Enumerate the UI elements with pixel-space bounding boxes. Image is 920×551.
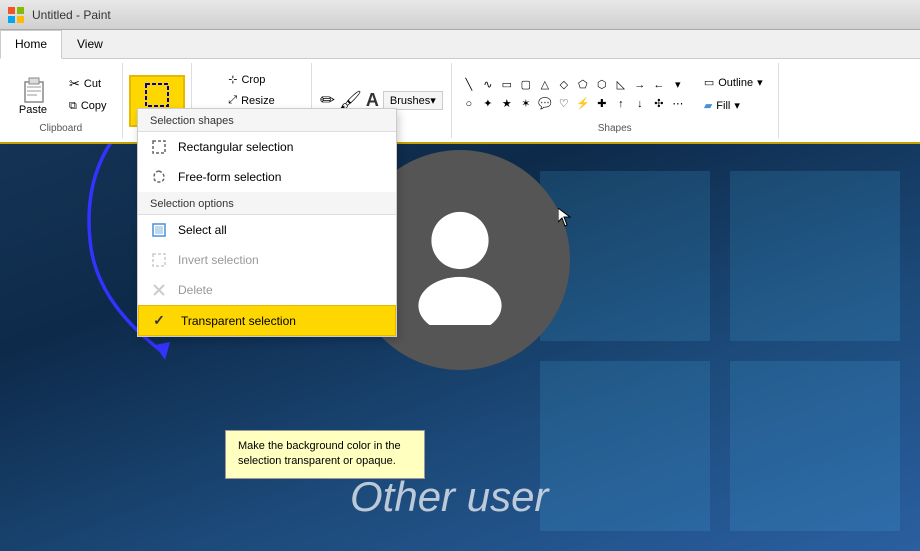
cut-button[interactable]: ✂ Cut xyxy=(62,73,114,95)
windows-logo xyxy=(8,7,24,23)
invert-selection-label: Invert selection xyxy=(178,253,259,267)
clipboard-section: Paste ✂ Cut ⧉ Copy Clipboard xyxy=(0,63,123,138)
copy-button[interactable]: ⧉ Copy xyxy=(62,97,114,116)
delete-label: Delete xyxy=(178,283,213,297)
paste-icon xyxy=(17,72,49,104)
shape-rect[interactable]: ▭ xyxy=(498,76,516,94)
clipboard-label: Clipboard xyxy=(39,121,82,134)
shape-star6[interactable]: ✶ xyxy=(517,95,535,113)
transparent-selection-label: Transparent selection xyxy=(181,314,296,328)
rectangular-selection-icon xyxy=(150,138,168,156)
shape-extra[interactable]: ⋯ xyxy=(669,95,687,113)
outline-icon: ▭ xyxy=(704,76,714,89)
fill-icon: ▰ xyxy=(704,99,712,112)
outline-button[interactable]: ▭ Outline ▾ xyxy=(697,73,770,92)
free-form-label: Free-form selection xyxy=(178,170,281,184)
tab-view[interactable]: View xyxy=(62,30,118,58)
shape-curve[interactable]: ∿ xyxy=(479,76,497,94)
shape-hexagon[interactable]: ⬡ xyxy=(593,76,611,94)
title-bar: Untitled - Paint xyxy=(0,0,920,30)
shapes-grid: ╲ ∿ ▭ ▢ △ ◇ ⬠ ⬡ ◺ → ← ▾ ○ ✦ xyxy=(460,76,687,113)
tooltip: Make the background color in the selecti… xyxy=(225,430,425,479)
shape-callout[interactable]: 💬 xyxy=(536,95,554,113)
shape-pentagon[interactable]: ⬠ xyxy=(574,76,592,94)
shape-star4[interactable]: ✦ xyxy=(479,95,497,113)
title-text: Untitled - Paint xyxy=(32,8,111,22)
shapes-content: ╲ ∿ ▭ ▢ △ ◇ ⬠ ⬡ ◺ → ← ▾ ○ ✦ xyxy=(460,67,770,121)
shape-more[interactable]: ▾ xyxy=(669,76,687,94)
ribbon-tabs: Home View xyxy=(0,30,920,59)
invert-selection-item[interactable]: Invert selection xyxy=(138,245,396,275)
shape-arrow-4[interactable]: ✣ xyxy=(650,95,668,113)
rectangular-selection-item[interactable]: Rectangular selection xyxy=(138,132,396,162)
clipboard-content: Paste ✂ Cut ⧉ Copy xyxy=(8,67,114,121)
shape-diamond[interactable]: ◇ xyxy=(555,76,573,94)
free-form-icon xyxy=(150,168,168,186)
crop-button[interactable]: ⊹ Crop xyxy=(221,70,281,89)
shape-star5[interactable]: ★ xyxy=(498,95,516,113)
shape-arrow-left[interactable]: ← xyxy=(650,76,668,94)
shape-lightning[interactable]: ⚡ xyxy=(574,95,592,113)
other-user-label: Other user xyxy=(350,473,548,521)
checkmark-icon: ✓ xyxy=(151,312,167,329)
shape-rect-round[interactable]: ▢ xyxy=(517,76,535,94)
shapes-section: ╲ ∿ ▭ ▢ △ ◇ ⬠ ⬡ ◺ → ← ▾ ○ ✦ xyxy=(452,63,779,138)
shape-triangle[interactable]: △ xyxy=(536,76,554,94)
transparent-selection-item[interactable]: ✓ Transparent selection xyxy=(138,305,396,336)
paste-button[interactable]: Paste xyxy=(8,67,58,121)
selection-options-header: Selection options xyxy=(138,192,396,215)
selection-shapes-header: Selection shapes xyxy=(138,109,396,132)
select-all-label: Select all xyxy=(178,223,227,237)
select-dropdown-menu: Selection shapes Rectangular selection F… xyxy=(137,108,397,337)
select-icon xyxy=(143,81,171,109)
scissors-icon: ✂ xyxy=(69,76,80,92)
crop-icon: ⊹ xyxy=(228,73,237,86)
shape-right-triangle[interactable]: ◺ xyxy=(612,76,630,94)
user-icon xyxy=(395,195,525,325)
shape-heart[interactable]: ♡ xyxy=(555,95,573,113)
shapes-label: Shapes xyxy=(598,121,632,134)
select-all-item[interactable]: Select all xyxy=(138,215,396,245)
delete-icon xyxy=(150,281,168,299)
rectangular-selection-label: Rectangular selection xyxy=(178,140,293,154)
invert-selection-icon xyxy=(150,251,168,269)
copy-icon: ⧉ xyxy=(69,100,77,113)
fill-button[interactable]: ▰ Fill ▾ xyxy=(697,96,770,115)
clipboard-small-buttons: ✂ Cut ⧉ Copy xyxy=(62,73,114,116)
shape-arrow-down[interactable]: ↓ xyxy=(631,95,649,113)
select-all-icon xyxy=(150,221,168,239)
delete-item[interactable]: Delete xyxy=(138,275,396,305)
free-form-selection-item[interactable]: Free-form selection xyxy=(138,162,396,192)
tooltip-text: Make the background color in the selecti… xyxy=(238,440,401,467)
shape-cross[interactable]: ✚ xyxy=(593,95,611,113)
resize-icon: ⤢ xyxy=(228,94,237,107)
shape-ellipse[interactable]: ○ xyxy=(460,95,478,113)
paint-window: Untitled - Paint Home View Paste xyxy=(0,0,920,144)
shape-arrow-right[interactable]: → xyxy=(631,76,649,94)
tab-home[interactable]: Home xyxy=(0,30,62,59)
shape-arrow-up[interactable]: ↑ xyxy=(612,95,630,113)
shape-line[interactable]: ╲ xyxy=(460,76,478,94)
